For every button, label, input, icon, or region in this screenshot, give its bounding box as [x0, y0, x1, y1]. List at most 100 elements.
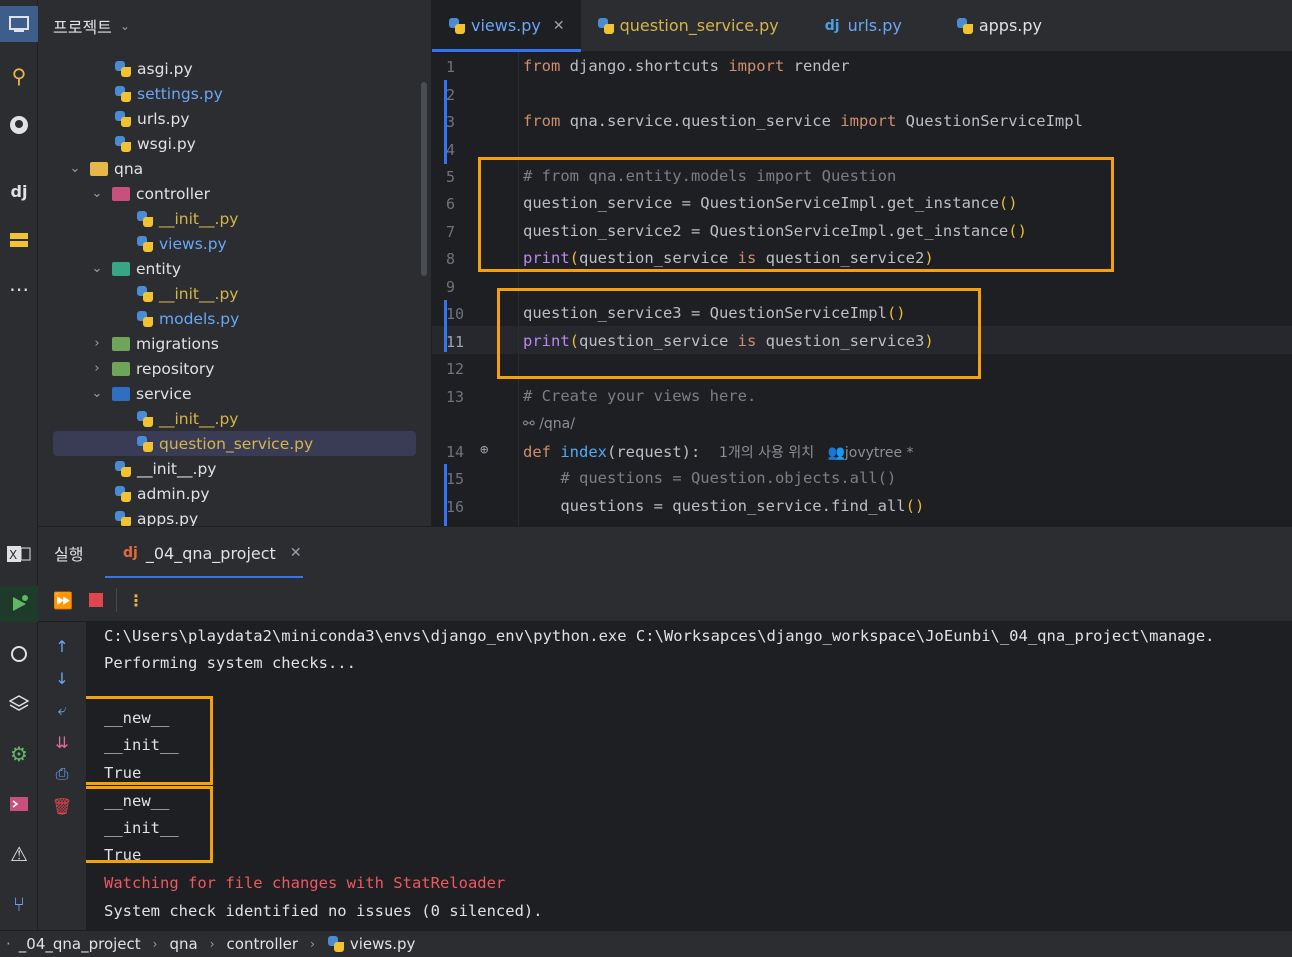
- console-line-warning: Watching for file changes with StatReloa…: [104, 874, 506, 892]
- more-options-icon[interactable]: ⋮: [126, 588, 146, 612]
- more-tools-icon[interactable]: ⋯: [0, 271, 38, 307]
- layers-icon[interactable]: [0, 686, 38, 722]
- tree-item[interactable]: admin.py: [38, 481, 417, 506]
- tree-item[interactable]: question_service.py: [53, 431, 416, 456]
- url-endpoint-icon[interactable]: ⊕: [480, 442, 488, 458]
- svg-text:X: X: [9, 548, 17, 562]
- stop-icon[interactable]: [86, 588, 106, 612]
- tree-item-label: __init__.py: [159, 409, 239, 428]
- tree-item-label: __init__.py: [159, 284, 239, 303]
- breadcrumb-item[interactable]: controller: [227, 935, 299, 953]
- line-number: 16: [446, 498, 465, 516]
- chevron-right-icon[interactable]: ›: [90, 336, 104, 351]
- run-toolbar: ⏩ ⋮: [38, 578, 1292, 622]
- line-number: 11: [446, 333, 465, 351]
- run-tool-icon[interactable]: [0, 586, 38, 622]
- github-icon[interactable]: [0, 107, 38, 143]
- print-icon[interactable]: ⎙: [38, 762, 86, 786]
- chevron-right-icon[interactable]: ›: [90, 361, 104, 376]
- tree-item[interactable]: apps.py: [38, 506, 417, 526]
- database-icon[interactable]: [0, 222, 38, 258]
- tab-views-py[interactable]: views.py ✕: [432, 0, 581, 52]
- tree-item[interactable]: __init__.py: [38, 281, 417, 306]
- tree-item[interactable]: __init__.py: [38, 406, 417, 431]
- tree-item[interactable]: urls.py: [38, 106, 417, 131]
- tree-item[interactable]: ⌄ controller: [38, 181, 417, 206]
- arrow-down-icon[interactable]: ↓: [38, 666, 86, 690]
- tree-item[interactable]: settings.py: [38, 81, 417, 106]
- migrations-folder-icon: [112, 336, 130, 351]
- controller-folder-icon: [112, 186, 130, 201]
- project-panel: 프로젝트 ⌄ asgi.py settings.py urls.py wsgi.py ⌄…: [38, 0, 432, 526]
- code-line-16: questions = question_service.find_all(): [523, 497, 925, 515]
- python-file-icon: [597, 17, 615, 35]
- arrow-up-icon[interactable]: ↑: [38, 634, 86, 658]
- status-bar: · _04_qna_project › qna › controller › v…: [0, 930, 1292, 957]
- breadcrumb-item[interactable]: views.py: [350, 935, 416, 953]
- tree-item-label: repository: [136, 359, 215, 378]
- django-run-icon: dj: [123, 545, 138, 561]
- chevron-down-icon[interactable]: ⌄: [90, 386, 104, 401]
- line-number: 9: [446, 278, 456, 296]
- run-console[interactable]: C:\Users\playdata2\miniconda3\envs\djang…: [86, 622, 1292, 930]
- project-panel-header[interactable]: 프로젝트 ⌄: [38, 0, 431, 52]
- tree-item[interactable]: ⌄ qna: [38, 156, 417, 181]
- tree-item[interactable]: › migrations: [38, 331, 417, 356]
- close-icon[interactable]: ✕: [553, 18, 565, 34]
- tree-item[interactable]: wsgi.py: [38, 131, 417, 156]
- tree-item[interactable]: asgi.py: [38, 56, 417, 81]
- git-branch-icon[interactable]: ⑂: [0, 886, 38, 922]
- console-line: System check identified no issues (0 sil…: [104, 902, 543, 920]
- chevron-down-icon[interactable]: ⌄: [68, 161, 82, 176]
- trash-icon[interactable]: 🗑: [38, 794, 86, 818]
- scroll-to-end-icon[interactable]: ⇊: [38, 730, 86, 754]
- close-icon[interactable]: ✕: [290, 545, 302, 561]
- tab-urls-py[interactable]: dj urls.py: [809, 0, 918, 52]
- tree-item-label: urls.py: [137, 109, 190, 128]
- settings-gear-icon[interactable]: ⚙: [0, 736, 38, 772]
- line-number: 12: [446, 360, 465, 378]
- commit-icon[interactable]: ⚲: [0, 58, 38, 94]
- python-file-icon: [114, 510, 132, 526]
- tab-apps-py[interactable]: apps.py: [940, 0, 1058, 52]
- url-hint[interactable]: ⚯ /qna/: [523, 414, 575, 432]
- python-file-icon: [956, 17, 974, 35]
- tree-item[interactable]: __init__.py: [38, 456, 417, 481]
- terminal-icon[interactable]: [0, 786, 38, 822]
- rerun-icon[interactable]: ⏩: [52, 588, 74, 612]
- breadcrumb-item[interactable]: _04_qna_project: [19, 935, 141, 953]
- tree-item[interactable]: models.py: [38, 306, 417, 331]
- code-editor[interactable]: 1 2 3 4 5 6 7 8 9 10 11 12 13 14 15 16 from django.shor…: [432, 52, 1292, 526]
- code-line-13: # Create your views here.: [523, 387, 757, 405]
- tree-item-label: entity: [136, 259, 181, 278]
- soft-wrap-icon[interactable]: ⤶: [38, 698, 86, 722]
- tree-item-label: apps.py: [137, 509, 199, 527]
- line-number: 1: [446, 58, 456, 76]
- chevron-down-icon[interactable]: ⌄: [90, 261, 104, 276]
- breadcrumb-item[interactable]: qna: [169, 935, 197, 953]
- highlight-box-new-instance: [497, 288, 981, 379]
- project-scrollbar[interactable]: [421, 82, 427, 276]
- tree-item[interactable]: __init__.py: [38, 206, 417, 231]
- python-file-icon: [136, 435, 154, 453]
- code-line-3: from qna.service.question_service import…: [523, 112, 1083, 130]
- tree-item[interactable]: › repository: [38, 356, 417, 381]
- tree-item[interactable]: ⌄ entity: [38, 256, 417, 281]
- author-hint[interactable]: jovytree *: [845, 445, 914, 461]
- project-tool-icon[interactable]: [0, 6, 38, 42]
- chevron-down-icon[interactable]: ⌄: [120, 19, 130, 33]
- tree-item[interactable]: ⌄ service: [38, 381, 417, 406]
- tree-item[interactable]: views.py: [38, 231, 417, 256]
- tree-item-label: __init__.py: [137, 459, 217, 478]
- python-console-icon[interactable]: [0, 636, 38, 672]
- tab-question-service-py[interactable]: question_service.py: [581, 0, 795, 52]
- usages-hint[interactable]: 1개의 사용 위치: [719, 445, 814, 461]
- chevron-down-icon[interactable]: ⌄: [90, 186, 104, 201]
- excel-icon[interactable]: X: [0, 536, 38, 572]
- tree-item-label: qna: [114, 159, 144, 178]
- django-structure-icon[interactable]: dj: [0, 173, 38, 209]
- python-file-icon: [136, 410, 154, 428]
- run-config-tab[interactable]: dj _04_qna_project ✕: [105, 527, 303, 579]
- status-dot-icon: ·: [6, 935, 11, 953]
- notifications-icon[interactable]: ⚠: [0, 836, 38, 872]
